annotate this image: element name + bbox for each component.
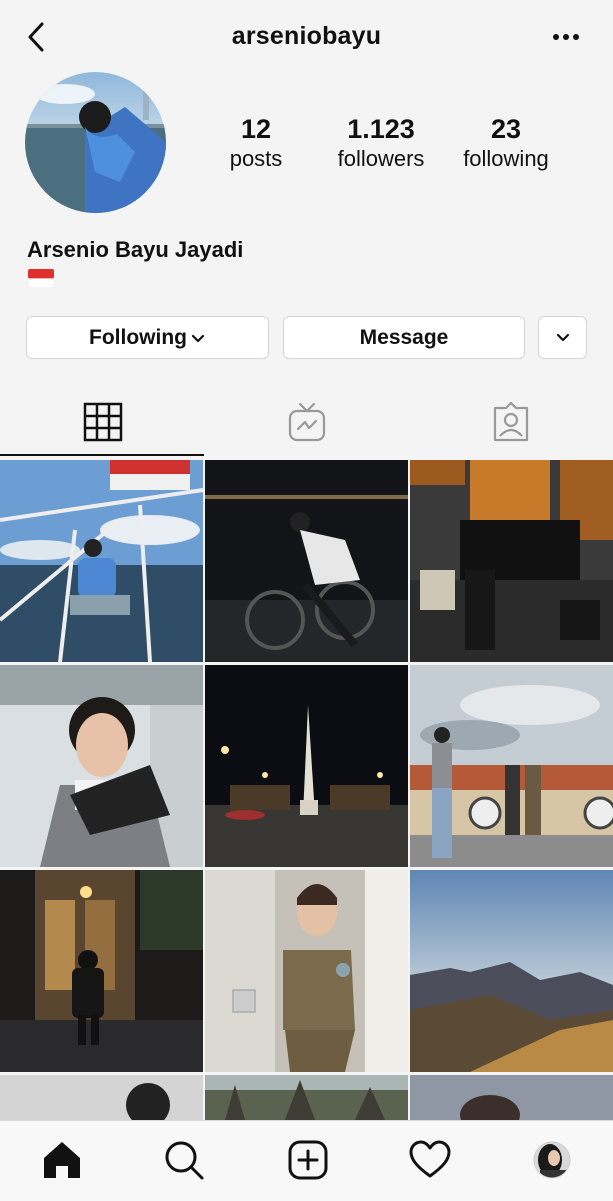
chevron-down-icon (556, 333, 569, 341)
home-icon (44, 1142, 80, 1178)
nav-search[interactable] (162, 1138, 206, 1182)
active-tab-indicator (0, 454, 204, 456)
post-night-bicycle[interactable] (205, 460, 408, 662)
followers-stat[interactable]: 1.123 followers (316, 114, 446, 174)
following-stat[interactable]: 23 following (441, 114, 571, 174)
post-boat-deck[interactable] (0, 460, 203, 662)
message-button-label: Message (359, 325, 449, 349)
tab-igtv[interactable] (285, 400, 329, 444)
grid-icon (83, 402, 123, 442)
post-brown-uniform[interactable] (205, 870, 408, 1072)
tab-tagged[interactable] (489, 400, 533, 444)
search-icon (165, 1141, 204, 1180)
following-button[interactable]: Following (26, 316, 269, 359)
posts-label: posts (229, 146, 283, 171)
igtv-icon (288, 402, 326, 442)
add-post-icon (288, 1140, 328, 1180)
nav-profile[interactable] (530, 1138, 574, 1182)
post-batik-group[interactable] (410, 460, 613, 662)
heart-icon (409, 1140, 451, 1178)
following-label: following (463, 146, 549, 171)
post-partial-temple[interactable] (205, 1075, 408, 1120)
message-button[interactable]: Message (283, 316, 525, 359)
nav-activity[interactable] (408, 1138, 452, 1182)
post-partial-3[interactable] (410, 1075, 613, 1120)
following-count: 23 (490, 114, 522, 144)
post-child-portrait[interactable] (0, 665, 203, 867)
indonesia-flag-icon (27, 269, 55, 289)
post-night-monument[interactable] (205, 665, 408, 867)
posts-grid (0, 460, 613, 1120)
tab-grid[interactable] (81, 400, 125, 444)
posts-stat: 12 posts (191, 114, 321, 174)
profile-avatar[interactable] (25, 72, 166, 213)
profile-avatar-icon (533, 1141, 571, 1179)
more-options-button[interactable] (548, 22, 588, 52)
profile-username-title: arseniobayu (231, 22, 382, 50)
nav-new-post[interactable] (286, 1138, 330, 1182)
tagged-user-icon (493, 401, 529, 442)
following-button-label: Following (89, 325, 187, 349)
post-partial-1[interactable] (0, 1075, 203, 1120)
post-night-alley[interactable] (0, 870, 203, 1072)
more-horizontal-icon (553, 34, 579, 40)
profile-full-name: Arsenio Bayu Jayadi (27, 237, 244, 262)
post-mountain-sunrise[interactable] (410, 870, 613, 1072)
nav-home[interactable] (40, 1138, 84, 1182)
followers-label: followers (337, 146, 425, 171)
followers-count: 1.123 (347, 114, 415, 144)
suggested-dropdown-button[interactable] (538, 316, 587, 359)
posts-count: 12 (240, 114, 272, 144)
chevron-down-icon (191, 334, 205, 342)
post-bridge-friends[interactable] (410, 665, 613, 867)
